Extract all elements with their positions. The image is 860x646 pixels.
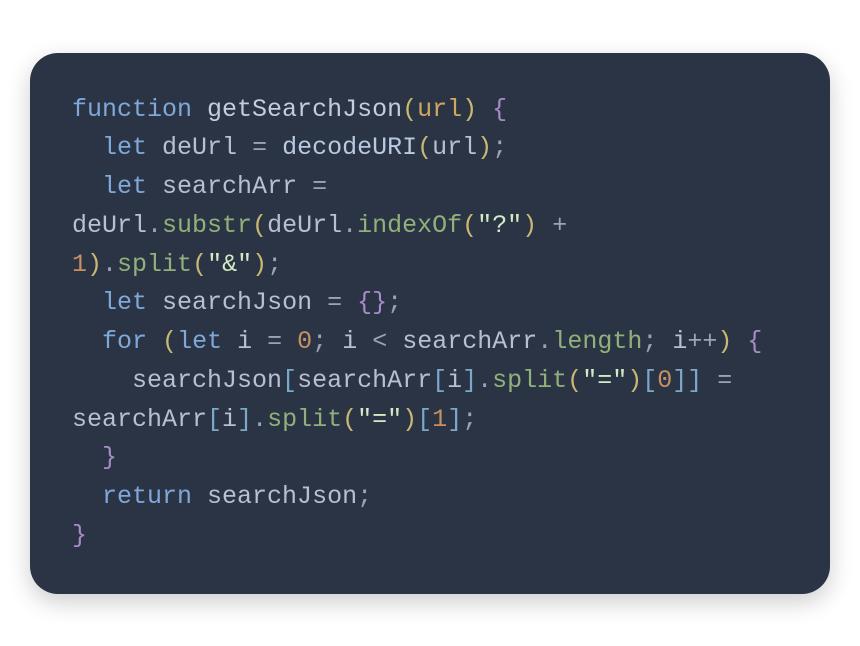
code-snippet-container: function getSearchJson(url) { let deUrl …	[30, 53, 830, 594]
op-eq: =	[717, 366, 732, 395]
method-substr: substr	[162, 211, 252, 240]
semicolon: ;	[387, 288, 402, 317]
keyword-let: let	[177, 327, 222, 356]
dot: .	[147, 211, 162, 240]
var-i: i	[237, 327, 252, 356]
bracket: [	[282, 366, 297, 395]
paren: )	[87, 250, 102, 279]
var-searchjson: searchJson	[162, 288, 312, 317]
paren: (	[417, 133, 432, 162]
method-indexof: indexOf	[357, 211, 462, 240]
bracket: ]	[462, 366, 477, 395]
paren: (	[462, 211, 477, 240]
keyword-let: let	[102, 172, 147, 201]
method-split: split	[492, 366, 567, 395]
op-eq: =	[327, 288, 342, 317]
bracket: [	[207, 405, 222, 434]
number-one: 1	[432, 405, 447, 434]
var-deurl: deUrl	[267, 211, 342, 240]
param-url: url	[417, 95, 462, 124]
var-i: i	[447, 366, 462, 395]
prop-length: length	[552, 327, 642, 356]
var-i: i	[342, 327, 357, 356]
dot: .	[102, 250, 117, 279]
paren: )	[717, 327, 732, 356]
semicolon: ;	[357, 482, 372, 511]
var-searcharr: searchArr	[402, 327, 537, 356]
var-searcharr: searchArr	[297, 366, 432, 395]
dot: .	[342, 211, 357, 240]
bracket: [	[642, 366, 657, 395]
number-zero: 0	[297, 327, 312, 356]
brace: {	[747, 327, 762, 356]
bracket: ]	[672, 366, 687, 395]
string-eq: "="	[582, 366, 627, 395]
bracket: [	[417, 405, 432, 434]
number-zero: 0	[657, 366, 672, 395]
number-one: 1	[72, 250, 87, 279]
paren: (	[252, 211, 267, 240]
semicolon: ;	[312, 327, 327, 356]
function-name: getSearchJson	[207, 95, 402, 124]
var-deurl: deUrl	[162, 133, 237, 162]
paren: (	[162, 327, 177, 356]
var-searcharr: searchArr	[72, 405, 207, 434]
var-deurl: deUrl	[72, 211, 147, 240]
brace: {	[492, 95, 507, 124]
string-eq: "="	[357, 405, 402, 434]
var-url: url	[432, 133, 477, 162]
bracket: ]	[237, 405, 252, 434]
var-searcharr: searchArr	[162, 172, 297, 201]
brace: {	[357, 288, 372, 317]
op-plus: +	[552, 211, 567, 240]
bracket: ]	[447, 405, 462, 434]
op-lt: <	[372, 327, 387, 356]
op-eq: =	[252, 133, 267, 162]
paren: (	[192, 250, 207, 279]
fn-decodeuri: decodeURI	[282, 133, 417, 162]
string-amp: "&"	[207, 250, 252, 279]
var-i: i	[222, 405, 237, 434]
brace: }	[102, 443, 117, 472]
paren: )	[402, 405, 417, 434]
semicolon: ;	[492, 133, 507, 162]
paren: )	[627, 366, 642, 395]
keyword-for: for	[102, 327, 147, 356]
paren: )	[252, 250, 267, 279]
brace: }	[372, 288, 387, 317]
paren: )	[462, 95, 477, 124]
op-incr: ++	[687, 327, 717, 356]
dot: .	[477, 366, 492, 395]
semicolon: ;	[462, 405, 477, 434]
keyword-let: let	[102, 133, 147, 162]
method-split: split	[267, 405, 342, 434]
keyword-let: let	[102, 288, 147, 317]
semicolon: ;	[267, 250, 282, 279]
bracket: [	[432, 366, 447, 395]
var-searchjson: searchJson	[132, 366, 282, 395]
paren: (	[342, 405, 357, 434]
code-content: function getSearchJson(url) { let deUrl …	[72, 91, 788, 556]
keyword-return: return	[102, 482, 192, 511]
var-i: i	[672, 327, 687, 356]
paren: (	[567, 366, 582, 395]
brace: }	[72, 521, 87, 550]
method-split: split	[117, 250, 192, 279]
keyword-function: function	[72, 95, 192, 124]
paren: )	[477, 133, 492, 162]
op-eq: =	[312, 172, 327, 201]
bracket: ]	[687, 366, 702, 395]
op-eq: =	[267, 327, 282, 356]
dot: .	[252, 405, 267, 434]
semicolon: ;	[642, 327, 657, 356]
string-qmark: "?"	[477, 211, 522, 240]
var-searchjson: searchJson	[207, 482, 357, 511]
paren: )	[522, 211, 537, 240]
dot: .	[537, 327, 552, 356]
paren: (	[402, 95, 417, 124]
